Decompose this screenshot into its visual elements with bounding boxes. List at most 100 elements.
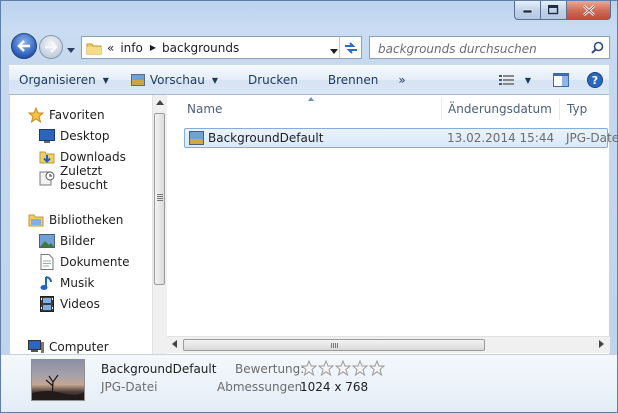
address-bar[interactable]: « info ▶ backgrounds xyxy=(81,36,362,59)
help-button[interactable]: ? xyxy=(579,69,609,91)
column-label: Änderungsdatum xyxy=(448,102,552,116)
nav-label: Dokumente xyxy=(60,255,130,269)
arrow-left-icon xyxy=(17,40,30,52)
star-outline-icon[interactable] xyxy=(352,360,368,376)
chevron-down-icon xyxy=(330,49,338,54)
desktop-icon xyxy=(39,128,55,144)
recent-pages-dropdown[interactable] xyxy=(67,43,76,57)
print-button[interactable]: Drucken xyxy=(240,69,306,91)
nav-pictures[interactable]: Bilder xyxy=(39,231,95,251)
arrow-right-icon xyxy=(45,41,58,53)
star-outline-icon[interactable] xyxy=(301,360,317,376)
file-row[interactable]: BackgroundDefault 13.02.2014 15:44 JPG-D… xyxy=(184,128,617,148)
burn-label: Brennen xyxy=(327,73,379,87)
chevron-down-icon: ▼ xyxy=(102,75,109,85)
scrollbar-thumb[interactable] xyxy=(183,339,485,351)
search-box xyxy=(369,36,610,59)
preview-label: Vorschau xyxy=(149,73,205,87)
image-preview-icon xyxy=(130,74,145,86)
chevron-right-icon[interactable] xyxy=(599,340,605,349)
column-label: Typ xyxy=(567,102,588,116)
minimize-icon xyxy=(522,9,532,13)
music-note-icon xyxy=(39,275,55,291)
address-overflow[interactable]: « xyxy=(107,41,114,55)
nav-libraries[interactable]: Bibliotheken xyxy=(28,210,123,230)
file-thumbnail xyxy=(31,359,85,401)
breadcrumb-backgrounds[interactable]: backgrounds xyxy=(162,41,239,55)
maximize-icon xyxy=(548,5,559,15)
breadcrumb-separator-icon[interactable]: ▶ xyxy=(150,43,156,52)
star-outline-icon[interactable] xyxy=(318,360,334,376)
file-type: JPG-Datei xyxy=(566,131,618,145)
star-outline-icon[interactable] xyxy=(335,360,351,376)
breadcrumb-info[interactable]: info xyxy=(120,41,143,55)
view-controls: ▼ ? xyxy=(491,66,609,94)
close-button[interactable] xyxy=(567,1,611,20)
burn-button[interactable]: Brennen xyxy=(320,69,386,91)
dimensions-label: Abmessungen: xyxy=(217,380,307,394)
column-header-type[interactable]: Typ xyxy=(567,98,587,120)
column-header-date[interactable]: Änderungsdatum xyxy=(448,98,552,120)
preview-pane-icon xyxy=(553,73,569,87)
file-list-pane: Name Änderungsdatum Typ BackgroundDefaul… xyxy=(167,95,617,354)
scrollbar-thumb[interactable] xyxy=(154,113,165,285)
search-input[interactable] xyxy=(376,38,590,59)
rating-label: Bewertung: xyxy=(235,362,305,376)
navigation-pane: Favoriten Desktop Downloads Zuletzt besu… xyxy=(10,95,152,354)
file-list-horizontal-scrollbar[interactable] xyxy=(167,336,610,353)
preview-button[interactable]: Vorschau ▼ xyxy=(123,69,226,91)
column-header-name[interactable]: Name xyxy=(187,98,222,120)
file-date: 13.02.2014 15:44 xyxy=(447,131,555,145)
nav-desktop[interactable]: Desktop xyxy=(39,126,110,146)
organize-button[interactable]: Organisieren ▼ xyxy=(9,69,117,91)
maximize-button[interactable] xyxy=(541,1,567,20)
nav-label: Downloads xyxy=(60,150,126,164)
nav-label: Videos xyxy=(60,297,100,311)
window-controls xyxy=(514,1,611,20)
nav-computer[interactable]: Computer xyxy=(28,337,109,354)
chevron-left-icon[interactable] xyxy=(172,340,178,349)
refresh-button[interactable] xyxy=(339,37,361,58)
pictures-icon xyxy=(39,233,55,249)
dimensions-value: 1024 x 768 xyxy=(300,380,369,394)
column-divider[interactable] xyxy=(441,98,442,120)
navigation-pane-scrollbar[interactable] xyxy=(152,95,167,354)
chevron-down-icon[interactable]: ▼ xyxy=(525,76,531,85)
back-button[interactable] xyxy=(11,33,37,59)
folder-icon xyxy=(86,41,102,55)
more-label: » xyxy=(398,73,406,87)
nav-label: Zuletzt besucht xyxy=(60,164,108,192)
star-icon xyxy=(28,107,44,123)
search-icon[interactable] xyxy=(591,41,604,57)
image-file-icon xyxy=(189,131,204,145)
nav-label: Computer xyxy=(49,340,109,354)
preview-pane-button[interactable] xyxy=(545,69,577,91)
chevron-down-icon xyxy=(67,48,75,53)
star-outline-icon[interactable] xyxy=(369,360,385,376)
nav-recent[interactable]: Zuletzt besucht xyxy=(39,164,152,192)
rating-stars[interactable] xyxy=(301,360,386,376)
change-view-button[interactable]: ▼ xyxy=(491,69,539,91)
help-icon: ? xyxy=(587,72,603,88)
column-label: Name xyxy=(187,102,223,116)
more-commands-button[interactable]: » xyxy=(390,69,413,91)
documents-icon xyxy=(39,254,55,270)
refresh-icon xyxy=(344,41,357,54)
nav-videos[interactable]: Videos xyxy=(39,294,100,314)
forward-button[interactable] xyxy=(39,35,63,59)
nav-label: Desktop xyxy=(60,129,110,143)
nav-music[interactable]: Musik xyxy=(39,273,95,293)
minimize-button[interactable] xyxy=(514,1,541,20)
details-pane: BackgroundDefault JPG-Datei Bewertung: A… xyxy=(1,354,617,412)
chevron-up-icon[interactable] xyxy=(156,100,165,106)
command-bar: Organisieren ▼ Vorschau ▼ Drucken Brenne… xyxy=(9,65,609,95)
nav-favorites[interactable]: Favoriten xyxy=(28,105,105,125)
explorer-window: « info ▶ backgrounds Organisieren ▼ xyxy=(0,0,618,413)
nav-documents[interactable]: Dokumente xyxy=(39,252,130,272)
computer-icon xyxy=(28,339,44,354)
column-divider[interactable] xyxy=(559,98,560,120)
address-history-dropdown[interactable] xyxy=(330,44,339,58)
organize-label: Organisieren xyxy=(19,73,96,87)
content-area: Favoriten Desktop Downloads Zuletzt besu… xyxy=(9,95,617,354)
details-file-name: BackgroundDefault xyxy=(101,362,217,376)
